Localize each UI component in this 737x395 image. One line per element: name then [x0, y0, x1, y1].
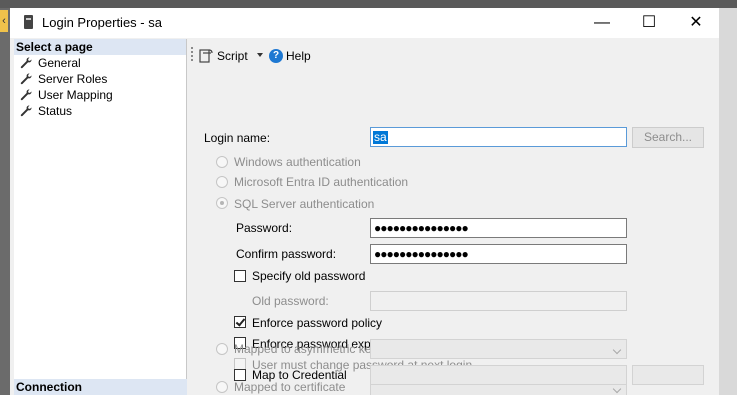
login-name-field[interactable]: sa	[370, 127, 627, 147]
confirm-password-label: Confirm password:	[236, 247, 337, 261]
background-app-edge	[0, 8, 10, 395]
sidebar-item-label: General	[38, 56, 81, 70]
mapped-asym-key-radio[interactable]	[216, 343, 228, 355]
minimize-button[interactable]: —	[579, 8, 625, 38]
select-page-heading: Select a page	[14, 39, 186, 55]
close-button[interactable]: ✕	[673, 8, 719, 38]
background-app-strip	[0, 0, 737, 8]
bottom-rows: Mapped to asymmetric key Map to Credenti…	[191, 335, 719, 395]
sidebar-item-label: Server Roles	[38, 72, 108, 86]
map-credential-label: Map to Credential	[252, 368, 347, 382]
connection-heading: Connection	[14, 379, 188, 395]
add-credential-button[interactable]	[632, 365, 704, 385]
help-label: Help	[286, 49, 311, 63]
wrench-icon	[20, 89, 32, 101]
help-button[interactable]: ? Help	[269, 45, 311, 67]
windows-auth-radio[interactable]	[216, 156, 228, 168]
wrench-icon	[20, 57, 32, 69]
sidebar-item-label: Status	[38, 104, 73, 118]
asym-key-combo[interactable]	[370, 339, 627, 359]
search-button[interactable]: Search...	[632, 127, 704, 148]
toolbar: Script ? Help	[187, 39, 719, 74]
old-password-label: Old password:	[252, 294, 329, 308]
password-label: Password:	[236, 221, 293, 235]
window-title: Login Properties - sa	[42, 15, 162, 30]
sql-auth-radio[interactable]	[216, 197, 228, 209]
server-icon	[24, 15, 33, 29]
sidebar-item-status[interactable]: Status	[14, 103, 186, 119]
enforce-policy-label: Enforce password policy	[252, 316, 383, 330]
login-name-value: sa	[373, 130, 388, 144]
sidebar-item-general[interactable]: General	[14, 55, 186, 71]
help-icon: ?	[269, 49, 283, 63]
sql-auth-label: SQL Server authentication	[234, 197, 375, 211]
entra-auth-label: Microsoft Entra ID authentication	[234, 175, 409, 189]
script-label: Script	[217, 49, 248, 63]
credential-combo[interactable]	[370, 365, 627, 385]
entra-auth-radio[interactable]	[216, 176, 228, 188]
background-app-right-edge	[719, 8, 737, 395]
script-dropdown-arrow-icon[interactable]	[257, 53, 263, 57]
login-name-label: Login name:	[204, 131, 271, 145]
specify-old-password-checkbox[interactable]	[234, 270, 246, 282]
specify-old-password-label: Specify old password	[252, 269, 366, 283]
script-icon	[199, 49, 213, 63]
sidebar-item-server-roles[interactable]: Server Roles	[14, 71, 186, 87]
sidebar-item-user-mapping[interactable]: User Mapping	[14, 87, 186, 103]
old-password-field[interactable]	[370, 291, 627, 311]
title-bar[interactable]: Login Properties - sa — ☐ ✕	[10, 8, 719, 38]
map-credential-checkbox[interactable]	[234, 369, 246, 381]
toolbar-grip[interactable]	[191, 47, 193, 63]
script-button[interactable]: Script	[199, 45, 248, 67]
password-value: ●●●●●●●●●●●●●●●	[374, 221, 469, 235]
password-field[interactable]: ●●●●●●●●●●●●●●●	[370, 218, 627, 238]
wrench-icon	[20, 105, 32, 117]
confirm-password-value: ●●●●●●●●●●●●●●●	[374, 247, 469, 261]
enforce-policy-checkbox[interactable]	[234, 316, 246, 328]
page-selector-pane: Select a page General Server Roles User …	[14, 39, 188, 395]
chevron-down-icon	[612, 345, 622, 355]
wrench-icon	[20, 73, 32, 85]
background-tab-chevron-icon[interactable]: ‹	[0, 10, 8, 32]
mapped-asym-key-label: Mapped to asymmetric key	[234, 342, 378, 356]
maximize-button[interactable]: ☐	[626, 8, 672, 38]
sidebar-item-label: User Mapping	[38, 88, 113, 102]
login-properties-dialog: Login Properties - sa — ☐ ✕ Select a pag…	[10, 8, 719, 395]
windows-auth-label: Windows authentication	[234, 155, 361, 169]
confirm-password-field[interactable]: ●●●●●●●●●●●●●●●	[370, 244, 627, 264]
